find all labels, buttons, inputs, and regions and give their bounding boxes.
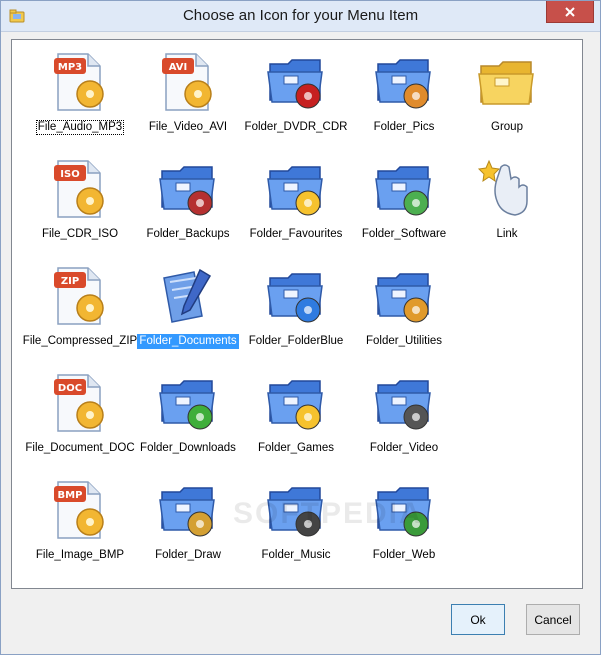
backups-folder-icon <box>156 157 220 221</box>
cancel-button[interactable]: Cancel <box>526 604 580 635</box>
icon-label: Folder_Draw <box>155 549 221 561</box>
icon-label: Folder_Favourites <box>249 228 343 240</box>
icon-item[interactable]: ZIP File_Compressed_ZIP <box>23 256 137 356</box>
zip-file-icon: ZIP <box>48 264 112 328</box>
svg-text:DOC: DOC <box>58 383 82 394</box>
pictures-folder-icon <box>372 50 436 114</box>
icon-label: File_Compressed_ZIP <box>22 335 138 347</box>
icon-label: Folder_DVDR_CDR <box>244 121 348 133</box>
ok-button[interactable]: Ok <box>451 604 505 635</box>
software-folder-icon <box>372 157 436 221</box>
icon-item[interactable]: Folder_Utilities <box>350 256 458 356</box>
icon-label: Folder_Video <box>369 442 439 454</box>
svg-text:ZIP: ZIP <box>61 276 79 287</box>
dialog-window: Choose an Icon for your Menu Item MP3 Fi… <box>0 0 601 655</box>
icon-label: Folder_FolderBlue <box>248 335 344 347</box>
window-title: Choose an Icon for your Menu Item <box>182 7 419 24</box>
link-hand-icon <box>475 157 539 221</box>
icon-label: Folder_Web <box>372 549 436 561</box>
icon-item[interactable]: Folder_Documents <box>134 256 242 356</box>
icon-item[interactable]: Folder_Draw <box>134 470 242 570</box>
icon-item[interactable]: DOC File_Document_DOC <box>25 363 135 463</box>
svg-text:ISO: ISO <box>60 169 79 180</box>
icon-label: Folder_Downloads <box>140 442 236 454</box>
group-folder-icon <box>475 50 539 114</box>
watermark: SOFTPEDIA <box>233 497 423 530</box>
blue-folder-icon <box>264 264 328 328</box>
icon-item[interactable]: Link <box>453 149 561 249</box>
downloads-folder-icon <box>156 371 220 435</box>
bmp-file-icon: BMP <box>48 478 112 542</box>
icon-label: Folder_Games <box>257 442 335 454</box>
audio-file-icon: MP3 <box>48 50 112 114</box>
dvd-folder-icon <box>264 50 328 114</box>
icon-item[interactable]: Folder_Downloads <box>134 363 242 463</box>
icon-label: File_Video_AVI <box>148 121 228 133</box>
icon-label: Link <box>496 228 518 240</box>
icon-item[interactable]: Folder_Software <box>350 149 458 249</box>
icon-label: Folder_Utilities <box>365 335 443 347</box>
icon-item[interactable]: Folder_Video <box>350 363 458 463</box>
icon-item[interactable]: Folder_Pics <box>350 42 458 142</box>
icon-label: Folder_Backups <box>146 228 230 240</box>
iso-file-icon: ISO <box>48 157 112 221</box>
video-folder-icon <box>372 371 436 435</box>
icon-item[interactable]: MP3 File_Audio_MP3 <box>26 42 134 142</box>
icon-label: Group <box>491 121 523 133</box>
icon-item[interactable]: Folder_Games <box>242 363 350 463</box>
icon-item[interactable]: Group <box>453 42 561 142</box>
icon-item[interactable]: Folder_Favourites <box>242 149 350 249</box>
svg-text:MP3: MP3 <box>58 62 82 73</box>
icon-item[interactable]: Folder_Backups <box>134 149 242 249</box>
games-folder-icon <box>264 371 328 435</box>
icon-label: File_CDR_ISO <box>41 228 119 240</box>
svg-text:BMP: BMP <box>58 490 83 501</box>
icon-item[interactable]: Folder_DVDR_CDR <box>242 42 350 142</box>
favourites-folder-icon <box>264 157 328 221</box>
icon-label: File_Image_BMP <box>35 549 125 561</box>
icon-item[interactable]: Folder_FolderBlue <box>242 256 350 356</box>
icon-label: File_Document_DOC <box>25 442 135 454</box>
icon-item[interactable]: ISO File_CDR_ISO <box>26 149 134 249</box>
icon-label: File_Audio_MP3 <box>35 120 125 135</box>
icon-label: Folder_Music <box>261 549 331 561</box>
icon-label: Folder_Pics <box>373 121 435 133</box>
draw-folder-icon <box>156 478 220 542</box>
documents-folder-icon <box>156 264 220 328</box>
icon-item[interactable]: BMP File_Image_BMP <box>26 470 134 570</box>
icon-label: Folder_Documents <box>137 334 239 349</box>
icon-label: Folder_Software <box>361 228 447 240</box>
utilities-folder-icon <box>372 264 436 328</box>
svg-text:AVI: AVI <box>169 62 188 73</box>
doc-file-icon: DOC <box>48 371 112 435</box>
video-file-icon: AVI <box>156 50 220 114</box>
close-button[interactable] <box>546 1 594 23</box>
title-bar: Choose an Icon for your Menu Item <box>1 1 600 32</box>
close-icon <box>565 6 575 17</box>
icon-item[interactable]: AVI File_Video_AVI <box>134 42 242 142</box>
